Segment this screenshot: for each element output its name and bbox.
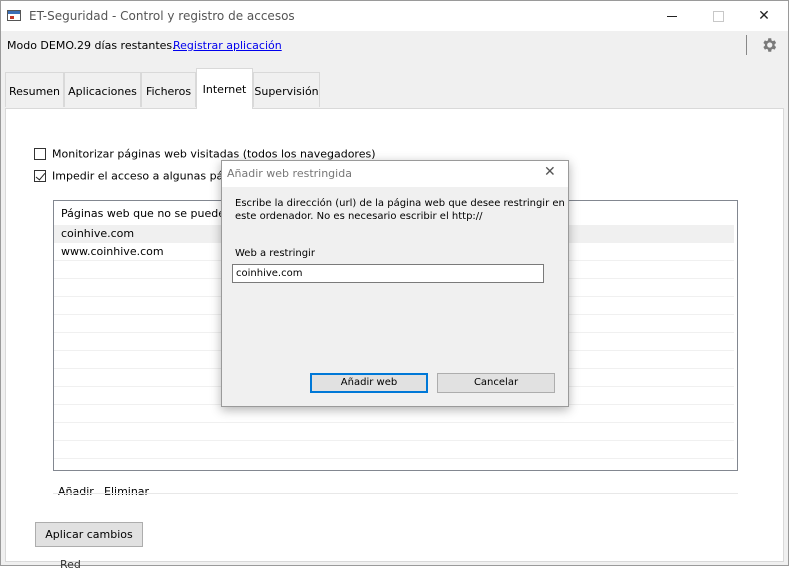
maximize-icon [712, 10, 724, 22]
window-title: ET-Seguridad - Control y registro de acc… [29, 9, 295, 23]
dialog-description: Escribe la dirección (url) de la página … [235, 198, 565, 222]
list-item-text: www.coinhive.com [61, 245, 164, 258]
app-icon [7, 10, 21, 21]
tab-resumen[interactable]: Resumen [5, 72, 64, 107]
tab-internet[interactable]: Internet [196, 68, 253, 109]
add-web-button[interactable]: Añadir web [310, 373, 428, 393]
list-header: Páginas web que no se pueden [61, 207, 232, 220]
url-input[interactable] [232, 264, 544, 283]
dialog-title-bar: Añadir web restringida ✕ [222, 161, 568, 187]
monitor-checkbox[interactable] [34, 148, 46, 160]
close-button[interactable]: ✕ [741, 1, 787, 31]
block-checkbox-label: Impedir el acceso a algunas págin [52, 169, 241, 183]
minimize-button[interactable] [649, 1, 695, 31]
apply-changes-button[interactable]: Aplicar cambios [35, 522, 143, 547]
monitor-checkbox-label: Monitorizar páginas web visitadas (todos… [52, 147, 376, 161]
maximize-button[interactable] [695, 1, 741, 31]
tab-supervision[interactable]: Supervisión [253, 72, 320, 107]
dialog-close-icon[interactable]: ✕ [544, 164, 556, 180]
remove-site-button[interactable]: Eliminar [104, 485, 149, 498]
list-row-empty [54, 441, 734, 459]
title-bar: ET-Seguridad - Control y registro de acc… [1, 1, 788, 31]
add-restricted-site-dialog: Añadir web restringida ✕ Escribe la dire… [221, 160, 569, 407]
url-field-label: Web a restringir [235, 248, 315, 259]
monitor-row[interactable]: Monitorizar páginas web visitadas (todos… [34, 147, 376, 161]
background-text: Red [60, 558, 81, 571]
cancel-button[interactable]: Cancelar [437, 373, 555, 393]
demo-bar: Modo DEMO.29 días restantes. Registrar a… [1, 31, 788, 59]
block-row[interactable]: Impedir el acceso a algunas págin [34, 169, 240, 183]
list-item-text: coinhive.com [61, 227, 135, 240]
gear-icon[interactable] [760, 36, 778, 54]
block-checkbox[interactable] [34, 170, 46, 182]
demo-status-text: Modo DEMO.29 días restantes. [7, 39, 176, 52]
tab-ficheros[interactable]: Ficheros [141, 72, 196, 107]
dialog-title: Añadir web restringida [227, 167, 352, 180]
tab-aplicaciones[interactable]: Aplicaciones [64, 72, 141, 107]
list-row-empty [54, 405, 734, 423]
add-site-button[interactable]: Añadir [58, 485, 94, 498]
toolbar-divider [746, 35, 747, 55]
register-app-link[interactable]: Registrar aplicación [173, 39, 282, 52]
list-row-empty [54, 423, 734, 441]
close-icon: ✕ [758, 8, 770, 24]
divider [53, 493, 738, 494]
minimize-icon [667, 15, 677, 17]
